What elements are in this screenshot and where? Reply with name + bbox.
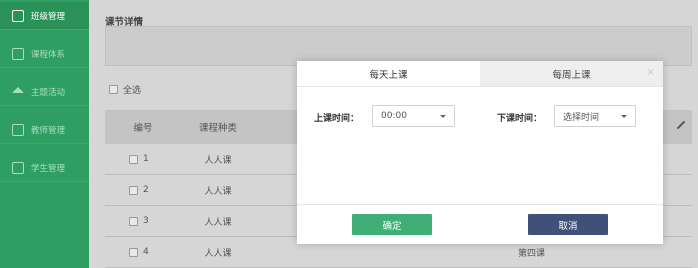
end-time-label: 下课时间： bbox=[497, 114, 543, 124]
row-num-cell: 3 bbox=[105, 216, 175, 226]
select-all-label: 全选 bbox=[123, 86, 142, 96]
row-checkbox[interactable] bbox=[129, 185, 138, 195]
row-num-cell: 1 bbox=[105, 154, 175, 164]
sidebar-item-course-system[interactable]: 课程体系 bbox=[0, 40, 89, 68]
sidebar: 班级管理 课程体系 主题活动 教师管理 学生管理 bbox=[0, 0, 89, 268]
chevron-down-icon bbox=[621, 115, 627, 118]
close-icon[interactable]: × bbox=[647, 67, 655, 78]
sidebar-item-theme-activity[interactable]: 主题活动 bbox=[0, 78, 89, 106]
select-all-checkbox[interactable] bbox=[109, 85, 118, 94]
sidebar-item-teacher-management[interactable]: 教师管理 bbox=[0, 116, 89, 144]
end-time-select[interactable]: 选择时间 bbox=[554, 105, 636, 127]
row-type: 人人课 bbox=[204, 217, 232, 228]
cancel-button[interactable]: 取消 bbox=[528, 214, 608, 235]
end-time-value: 选择时间 bbox=[563, 112, 600, 123]
edit-icon[interactable] bbox=[676, 120, 686, 130]
row-num: 1 bbox=[143, 154, 149, 164]
tab-daily[interactable]: 每天上课 bbox=[297, 61, 480, 86]
student-icon bbox=[12, 161, 24, 174]
sidebar-item-student-management[interactable]: 学生管理 bbox=[0, 154, 89, 182]
detail-input-area[interactable] bbox=[105, 26, 692, 66]
row-num: 4 bbox=[143, 247, 149, 257]
start-time-label: 上课时间： bbox=[314, 114, 360, 124]
row-num-cell: 4 bbox=[105, 247, 175, 257]
tab-weekly[interactable]: 每周上课 bbox=[480, 61, 663, 86]
sidebar-item-label: 班级管理 bbox=[31, 11, 66, 22]
modal-body: 上课时间： 00:00 下课时间： 选择时间 bbox=[297, 86, 663, 204]
column-header-num: 编号 bbox=[133, 123, 153, 134]
sidebar-item-class-management[interactable]: 班级管理 bbox=[0, 2, 89, 30]
row-num: 3 bbox=[143, 216, 149, 226]
row-checkbox[interactable] bbox=[129, 154, 138, 164]
calendar-icon bbox=[12, 9, 24, 22]
sidebar-item-label: 主题活动 bbox=[31, 87, 66, 98]
start-time-value: 00:00 bbox=[381, 111, 407, 121]
schedule-modal: 每天上课 每周上课 × 上课时间： 00:00 下课时间： 选择时间 确定 取消 bbox=[297, 61, 663, 244]
home-icon bbox=[12, 86, 24, 93]
column-header-type: 课程种类 bbox=[198, 123, 237, 134]
teacher-icon bbox=[12, 123, 24, 136]
row-num: 2 bbox=[143, 185, 149, 195]
book-icon bbox=[12, 47, 24, 60]
row-type: 人人课 bbox=[204, 248, 232, 259]
row-num-cell: 2 bbox=[105, 185, 175, 195]
sidebar-item-label: 教师管理 bbox=[31, 125, 66, 136]
chevron-down-icon bbox=[440, 115, 446, 118]
row-checkbox[interactable] bbox=[129, 247, 138, 257]
sidebar-item-label: 课程体系 bbox=[31, 49, 66, 60]
modal-footer: 确定 取消 bbox=[297, 204, 663, 244]
row-type: 人人课 bbox=[204, 186, 232, 197]
select-all[interactable]: 全选 bbox=[109, 83, 141, 96]
row-type: 人人课 bbox=[204, 155, 232, 166]
row-name: 第四课 bbox=[517, 248, 545, 259]
row-checkbox[interactable] bbox=[129, 216, 138, 226]
start-time-select[interactable]: 00:00 bbox=[372, 105, 455, 127]
sidebar-item-label: 学生管理 bbox=[31, 163, 66, 174]
modal-tabs: 每天上课 每周上课 bbox=[297, 61, 663, 86]
confirm-button[interactable]: 确定 bbox=[352, 214, 432, 235]
